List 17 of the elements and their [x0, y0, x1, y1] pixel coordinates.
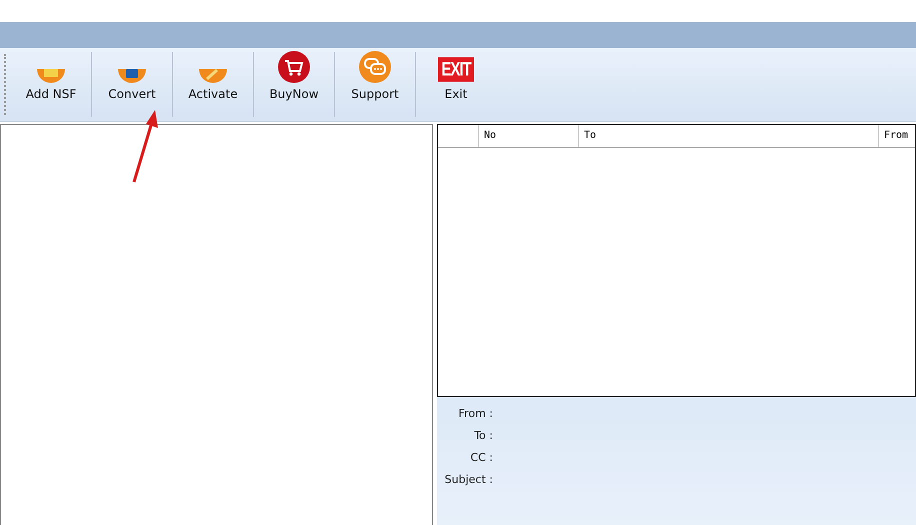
- field-label: CC :: [469, 450, 493, 466]
- column-header[interactable]: To: [579, 125, 879, 147]
- cart-icon: [278, 51, 310, 83]
- field-label: Subject :: [444, 472, 493, 488]
- field-label: From :: [458, 406, 493, 422]
- field-label: To :: [473, 428, 493, 444]
- key-icon: [197, 69, 229, 83]
- chat-icon: [359, 51, 391, 83]
- toolbar-button[interactable]: EXIT Exit: [416, 48, 496, 121]
- toolbar-button[interactable]: BuyNow: [254, 48, 334, 121]
- toolbar-button[interactable]: Support: [335, 48, 415, 121]
- column-header[interactable]: From: [879, 125, 915, 147]
- folder-icon: [35, 69, 67, 83]
- exit-sign-icon: EXIT: [438, 57, 474, 82]
- toolbar-button[interactable]: Activate: [173, 48, 253, 121]
- column-header[interactable]: No: [479, 125, 579, 147]
- toolbar-button[interactable]: Add NSF: [11, 48, 91, 121]
